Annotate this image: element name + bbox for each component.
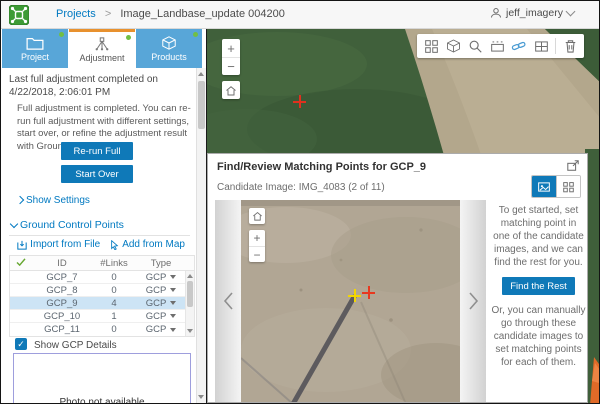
grid-view-toggle[interactable] xyxy=(556,176,580,197)
type-dropdown-caret[interactable] xyxy=(170,288,176,292)
show-gcp-details-label: Show GCP Details xyxy=(34,340,117,353)
chevron-right-icon xyxy=(468,291,479,311)
type-dropdown-caret[interactable] xyxy=(170,301,176,305)
next-image-button[interactable] xyxy=(460,200,486,402)
zoom-in-button[interactable]: + xyxy=(222,39,240,57)
table-scrollbar[interactable] xyxy=(185,271,194,336)
status-dot-green xyxy=(193,32,198,37)
tab-products-label: Products xyxy=(151,52,187,62)
column-links: #Links xyxy=(92,258,136,269)
app-window: Projects > Image_Landbase_update 004200 … xyxy=(0,0,600,404)
rerun-full-button[interactable]: Re-run Full xyxy=(61,142,133,160)
map-toolbar xyxy=(417,34,584,58)
select-all-check-icon[interactable] xyxy=(10,258,32,269)
home-icon[interactable] xyxy=(222,81,240,99)
app-logo-icon[interactable] xyxy=(9,5,29,25)
viewer-home-icon[interactable] xyxy=(249,208,265,224)
import-from-file-link[interactable]: Import from File xyxy=(17,239,100,250)
chevron-left-icon xyxy=(223,291,234,311)
zoom-out-button[interactable]: − xyxy=(222,57,240,75)
import-icon xyxy=(17,240,27,250)
gcp-section-header[interactable]: Ground Control Points xyxy=(11,219,124,231)
photo-not-available-text: Photo not available xyxy=(14,397,190,404)
table-row-gcp9-selected[interactable]: GCP_9 4 GCP xyxy=(10,297,194,310)
adjustment-status-text: Last full adjustment completed on 4/22/2… xyxy=(9,74,191,99)
adjustment-icon xyxy=(93,37,111,51)
username: jeff_imagery xyxy=(506,7,563,19)
user-menu[interactable]: jeff_imagery xyxy=(490,7,574,19)
viewer-zoom-out-button[interactable]: − xyxy=(249,246,265,262)
status-dot-green xyxy=(126,35,131,40)
image-select-icon[interactable] xyxy=(486,35,508,57)
divider xyxy=(9,235,190,236)
trash-icon[interactable] xyxy=(559,35,581,57)
map-zoom-control: + − xyxy=(222,39,240,75)
candidate-image-label: Candidate Image: IMG_4083 (2 of 11) xyxy=(217,182,385,193)
person-icon xyxy=(490,7,502,19)
table-row-gcp8[interactable]: GCP_8 0 GCP xyxy=(10,284,194,297)
map-home-control xyxy=(222,81,240,99)
column-type: Type xyxy=(136,258,186,269)
folder-icon xyxy=(26,36,44,50)
grid-windows-icon[interactable] xyxy=(420,35,442,57)
table-row-gcp7[interactable]: GCP_7 0 GCP xyxy=(10,271,194,284)
find-the-rest-button[interactable]: Find the Rest xyxy=(502,277,575,295)
gcp-table: ID #Links Type GCP_7 0 GCP GCP_8 0 GCP xyxy=(9,255,195,337)
tab-products[interactable]: Products xyxy=(136,29,202,68)
gcp-table-header: ID #Links Type xyxy=(10,256,194,271)
tab-project[interactable]: Project xyxy=(2,29,68,68)
tab-adjustment-label: Adjustment xyxy=(79,53,124,63)
previous-image-button[interactable] xyxy=(215,200,241,402)
column-id: ID xyxy=(32,258,92,269)
app-header: Projects > Image_Landbase_update 004200 … xyxy=(1,1,599,29)
type-dropdown-caret[interactable] xyxy=(170,314,176,318)
left-panel: Project Adjustment Produc xyxy=(1,29,206,403)
tab-project-label: Project xyxy=(21,52,49,62)
show-gcp-details-checkbox[interactable]: ✓ xyxy=(15,338,27,350)
show-settings-link[interactable]: Show Settings xyxy=(17,195,90,206)
instruction-primary: To get started, set matching point in on… xyxy=(491,204,586,269)
add-from-map-link[interactable]: Add from Map xyxy=(110,239,185,250)
toolbar-separator xyxy=(555,38,556,54)
breadcrumb-projects-link[interactable]: Projects xyxy=(56,8,96,20)
chevron-right-icon xyxy=(16,196,24,204)
basemap-icon[interactable] xyxy=(442,35,464,57)
viewer-home-control xyxy=(249,208,265,224)
type-dropdown-caret[interactable] xyxy=(170,275,176,279)
gcp-photo-placeholder: Photo not available xyxy=(13,353,191,404)
mosaic-icon[interactable] xyxy=(530,35,552,57)
viewer-zoom-in-button[interactable]: + xyxy=(249,230,265,246)
search-icon[interactable] xyxy=(464,35,486,57)
panel-title: Find/Review Matching Points for GCP_9 xyxy=(217,161,426,173)
chevron-down-icon xyxy=(566,7,576,17)
start-over-button[interactable]: Start Over xyxy=(61,165,133,183)
tab-bar: Project Adjustment Produc xyxy=(1,29,206,68)
table-row-gcp11[interactable]: GCP_11 0 GCP xyxy=(10,323,194,336)
image-links-icon[interactable] xyxy=(508,35,530,57)
single-view-toggle[interactable] xyxy=(532,176,556,197)
map-cursor-icon xyxy=(110,240,119,250)
instructions-column: To get started, set matching point in on… xyxy=(491,204,586,369)
cube-icon xyxy=(161,36,177,50)
instruction-secondary: Or, you can manually go through these ca… xyxy=(491,304,586,369)
tab-adjustment[interactable]: Adjustment xyxy=(69,29,135,68)
candidate-image-viewer[interactable]: + − xyxy=(241,200,460,402)
chevron-down-icon xyxy=(10,220,18,228)
panel-scrollbar[interactable] xyxy=(196,68,206,403)
viewer-zoom-control: + − xyxy=(249,230,265,262)
status-dot-green xyxy=(59,32,64,37)
project-title: Image_Landbase_update 004200 xyxy=(120,8,285,20)
find-review-panel: Find/Review Matching Points for GCP_9 Ca… xyxy=(207,153,588,403)
breadcrumb-separator: > xyxy=(105,8,111,20)
breadcrumb: Projects > Image_Landbase_update 004200 xyxy=(56,8,285,20)
type-dropdown-caret[interactable] xyxy=(170,328,176,332)
candidate-image xyxy=(241,200,460,402)
table-row-gcp10[interactable]: GCP_10 1 GCP xyxy=(10,310,194,323)
view-toggle-group xyxy=(531,175,581,198)
